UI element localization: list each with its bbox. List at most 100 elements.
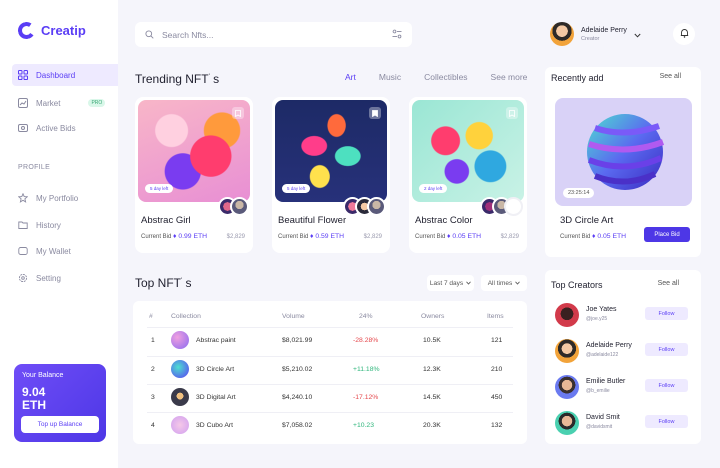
- follow-button[interactable]: Follow: [645, 343, 688, 356]
- sidebar-item-setting[interactable]: Setting: [12, 267, 118, 289]
- trending-tabs: Art Music Collectibles See more: [345, 72, 527, 82]
- table-row[interactable]: 3 3D Digital Art $4,240.10 -17.12% 14.5K…: [133, 384, 527, 412]
- bid-amount: 0.99 ETH: [178, 233, 208, 240]
- period-filter-label: Last 7 days: [429, 279, 464, 287]
- change: +10.23: [353, 422, 374, 429]
- folder-icon: [18, 220, 28, 230]
- avatar: [504, 197, 523, 216]
- owner-avatars: [343, 197, 386, 216]
- table-row[interactable]: 4 3D Cubo Art $7,058.02 +10.23 20.3K 132: [133, 412, 527, 440]
- search-input[interactable]: Search Nfts...: [162, 30, 392, 40]
- creator-item[interactable]: Adelaide Perry @adelaide122 Follow: [555, 337, 695, 365]
- sidebar-item-dashboard[interactable]: Dashboard: [12, 64, 118, 86]
- sidebar-item-history[interactable]: History: [12, 214, 118, 236]
- table-row[interactable]: 1 Abstrac paint $8,021.99 -28.28% 10.5K …: [133, 327, 527, 355]
- rank: 2: [151, 366, 155, 373]
- table-row[interactable]: 2 3D Circle Art $5,210.02 +11.18% 12.3K …: [133, 356, 527, 384]
- change: -28.28%: [353, 337, 379, 344]
- items: 450: [491, 394, 503, 401]
- nft-name: Abstrac Color: [415, 215, 473, 226]
- top-up-balance-button[interactable]: Top up Balance: [21, 416, 99, 433]
- creator-item[interactable]: Joe Yates @joe.y25 Follow: [555, 301, 695, 329]
- creator-handle: @joe.y25: [586, 316, 608, 322]
- row-divider: [147, 384, 513, 385]
- user-name: Adelaide Perry: [581, 26, 627, 34]
- chevron-down-icon: [634, 25, 641, 43]
- row-divider: [147, 327, 513, 328]
- top-creators-panel: Top Creators See all Joe Yates @joe.y25 …: [545, 270, 701, 444]
- tab-music[interactable]: Music: [379, 72, 401, 82]
- volume: $7,058.02: [282, 422, 313, 429]
- bid-usd: $2,829: [500, 234, 519, 240]
- chevron-down-icon: [515, 280, 521, 287]
- avatar: [367, 197, 386, 216]
- current-bid-label: Current Bid: [560, 234, 591, 240]
- owners: 20.3K: [423, 422, 441, 429]
- sidebar-item-label: Active Bids: [36, 123, 76, 133]
- creator-item[interactable]: Emilie Butler @b_emilie Follow: [555, 373, 695, 401]
- period-filter-dropdown[interactable]: Last 7 days: [427, 275, 474, 291]
- recently-added-panel: Recently add See all 23:25:14 3D Circle …: [545, 67, 701, 257]
- collection-thumbnail: [171, 360, 189, 378]
- nft-image[interactable]: 23:25:14: [555, 98, 692, 206]
- volume: $4,240.10: [282, 394, 313, 401]
- volume: $5,210.02: [282, 366, 313, 373]
- recently-added-title: Recently add: [551, 73, 604, 83]
- gear-icon: [18, 273, 28, 283]
- creator-name: Joe Yates: [586, 306, 617, 313]
- tab-collectibles[interactable]: Collectibles: [424, 72, 467, 82]
- items: 121: [491, 337, 503, 344]
- tab-art[interactable]: Art: [345, 72, 356, 82]
- sidebar-item-active-bids[interactable]: Active Bids: [12, 117, 118, 139]
- nft-name: 3D Circle Art: [560, 215, 614, 226]
- top-nfts-title: Top NFT' s: [135, 276, 192, 290]
- filter-icon[interactable]: [392, 26, 402, 44]
- grid-icon: [18, 70, 28, 80]
- eth-icon: ♦: [447, 233, 451, 240]
- follow-button[interactable]: Follow: [645, 379, 688, 392]
- search-bar[interactable]: Search Nfts...: [135, 22, 412, 47]
- eth-icon: ♦: [592, 233, 596, 240]
- time-left-badge: 2 day left: [419, 184, 448, 193]
- sidebar-item-market[interactable]: Market PRO: [12, 92, 118, 114]
- row-divider: [147, 412, 513, 413]
- save-icon[interactable]: [232, 107, 244, 119]
- top-creators-title: Top Creators: [551, 280, 603, 290]
- creator-item[interactable]: David Smit @davidsmit Follow: [555, 409, 695, 437]
- notification-button[interactable]: [673, 23, 695, 45]
- time-left-badge: 5 day left: [145, 184, 174, 193]
- logo[interactable]: Creatip: [16, 20, 86, 41]
- items: 132: [491, 422, 503, 429]
- items: 210: [491, 366, 503, 373]
- sidebar-item-my-portfolio[interactable]: My Portfolio: [12, 187, 118, 209]
- time-filter-dropdown[interactable]: All times: [481, 275, 527, 291]
- balance-card: Your Balance 9.04 ETH Top up Balance: [14, 364, 106, 442]
- nft-card[interactable]: 2 day left Abstrac Color Current Bid ♦ 0…: [409, 97, 527, 253]
- current-bid-label: Current Bid: [415, 234, 446, 240]
- save-icon[interactable]: [506, 107, 518, 119]
- trending-title-text: Trending NFT: [135, 72, 209, 86]
- bell-icon: [680, 25, 689, 43]
- current-bid-value: ♦ 0.99 ETH: [173, 233, 207, 240]
- user-profile[interactable]: Adelaide Perry Creator: [550, 22, 641, 46]
- balance-unit: ETH: [22, 398, 46, 412]
- follow-button[interactable]: Follow: [645, 307, 688, 320]
- place-bid-button[interactable]: Place Bid: [644, 227, 690, 242]
- see-all-link[interactable]: See all: [658, 280, 679, 287]
- nft-image: 2 day left: [412, 100, 524, 202]
- time-left-badge: 5 day left: [282, 184, 311, 193]
- follow-button[interactable]: Follow: [645, 415, 688, 428]
- sidebar-item-my-wallet[interactable]: My Wallet: [12, 240, 118, 262]
- save-icon[interactable]: [369, 107, 381, 119]
- nft-card[interactable]: 5 day left Beautiful Flower Current Bid …: [272, 97, 390, 253]
- logo-icon: [16, 20, 37, 41]
- see-all-link[interactable]: See all: [660, 73, 681, 80]
- countdown-timer: 23:25:14: [563, 188, 595, 198]
- nft-card[interactable]: 5 day left Abstrac Girl Current Bid ♦ 0.…: [135, 97, 253, 253]
- balance-amount: 9.04: [22, 385, 46, 399]
- tab-see-more[interactable]: See more: [491, 72, 528, 82]
- rank: 4: [151, 422, 155, 429]
- current-bid-label: Current Bid: [278, 234, 309, 240]
- balance-label: Your Balance: [22, 372, 64, 379]
- column-header: Owners: [421, 313, 445, 320]
